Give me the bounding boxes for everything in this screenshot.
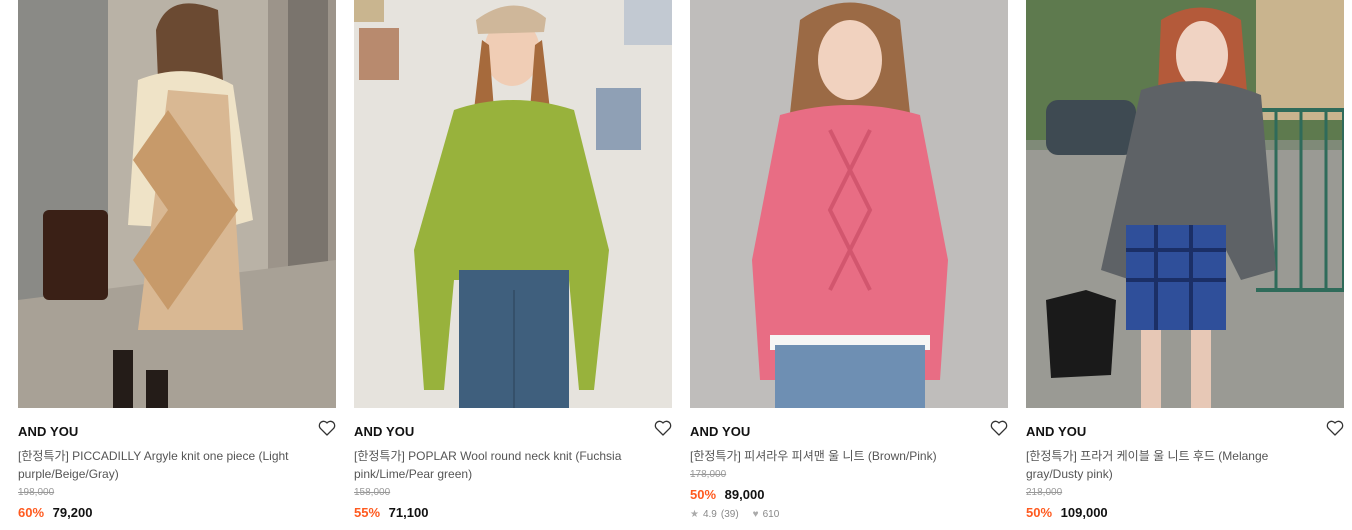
product-card[interactable]: AND YOU [한정특가] 피셔라우 피셔맨 울 니트 (Brown/Pink… [690, 0, 1008, 520]
product-photo-graphic [1026, 0, 1344, 408]
discount-rate: 55% [354, 505, 381, 520]
heart-outline-icon[interactable] [990, 420, 1008, 436]
star-icon: ★ [690, 509, 699, 520]
heart-outline-icon[interactable] [1326, 420, 1344, 436]
rating-value: 4.9 [702, 509, 717, 520]
product-meta: ★ 4.9 (39) ♥ 610 [690, 509, 1008, 520]
discount-rate: 50% [1026, 505, 1053, 520]
sale-price: 109,000 [1060, 505, 1108, 520]
heart-filled-icon: ♥ [752, 509, 759, 520]
product-title[interactable]: [한정특가] 프라거 케이블 울 니트 후드 (Melange gray/Dus… [1026, 447, 1326, 483]
product-image[interactable] [354, 0, 672, 408]
product-card[interactable]: AND YOU [한정특가] 프라거 케이블 울 니트 후드 (Melange … [1026, 0, 1344, 521]
product-card[interactable]: AND YOU [한정특가] PICCADILLY Argyle knit on… [18, 0, 336, 521]
review-count: (39) [720, 509, 739, 520]
brand-name[interactable]: AND YOU [354, 424, 414, 439]
product-grid: AND YOU [한정특가] PICCADILLY Argyle knit on… [0, 0, 1352, 530]
heart-outline-icon[interactable] [318, 420, 336, 436]
product-photo-graphic [354, 0, 672, 408]
discount-rate: 50% [690, 487, 717, 502]
original-price: 198,000 [18, 487, 55, 498]
product-image[interactable] [18, 0, 336, 408]
sale-price: 71,100 [388, 505, 429, 520]
product-title[interactable]: [한정특가] PICCADILLY Argyle knit one piece … [18, 447, 318, 483]
original-price: 218,000 [1026, 487, 1063, 498]
product-title[interactable]: [한정특가] 피셔라우 피셔맨 울 니트 (Brown/Pink) [690, 447, 990, 465]
like-count: 610 [762, 509, 780, 520]
sale-price: 79,200 [52, 505, 93, 520]
discount-rate: 60% [18, 505, 45, 520]
product-photo-graphic [690, 0, 1008, 408]
product-title[interactable]: [한정특가] POPLAR Wool round neck knit (Fuch… [354, 447, 654, 483]
brand-name[interactable]: AND YOU [18, 424, 78, 439]
sale-price: 89,000 [724, 487, 765, 502]
brand-name[interactable]: AND YOU [1026, 424, 1086, 439]
product-image[interactable] [690, 0, 1008, 408]
product-photo-graphic [18, 0, 336, 408]
original-price: 178,000 [690, 469, 727, 480]
product-image[interactable] [1026, 0, 1344, 408]
heart-outline-icon[interactable] [654, 420, 672, 436]
original-price: 158,000 [354, 487, 391, 498]
brand-name[interactable]: AND YOU [690, 424, 750, 439]
product-card[interactable]: AND YOU [한정특가] POPLAR Wool round neck kn… [354, 0, 672, 521]
